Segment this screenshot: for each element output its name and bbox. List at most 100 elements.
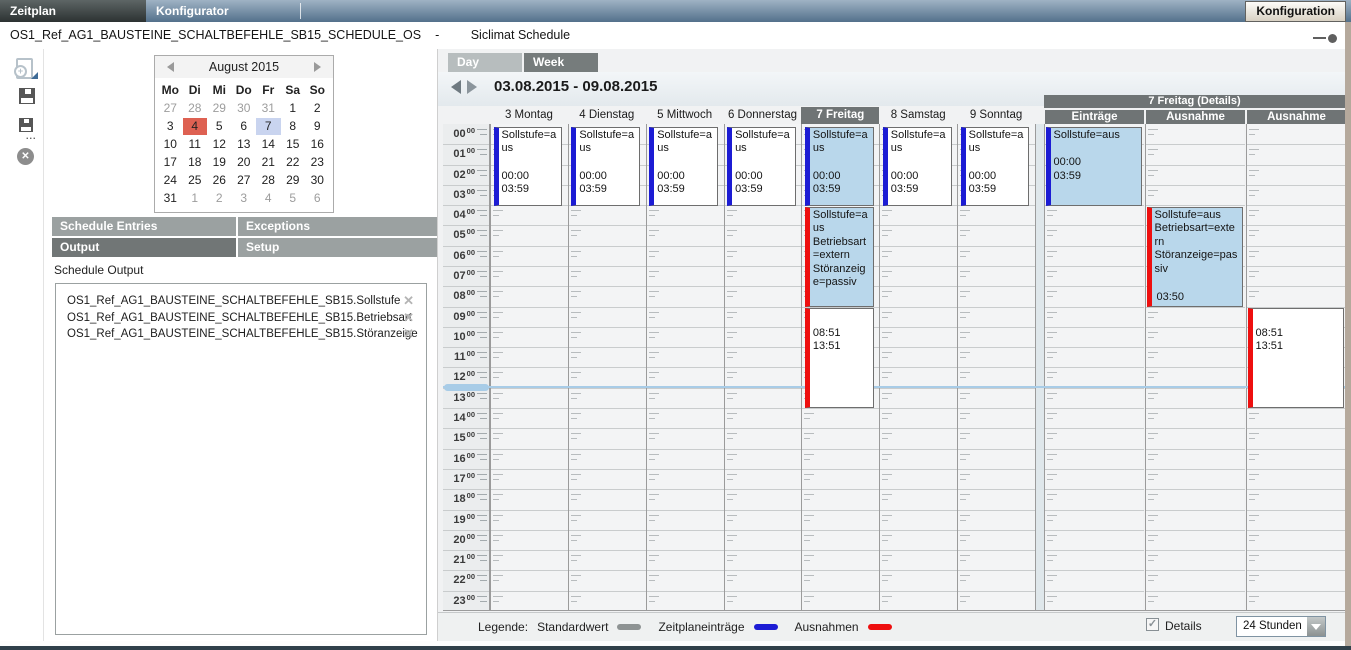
output-list-item[interactable]: OS1_Ref_AG1_BAUSTEINE_SCHALTBEFEHLE_SB15… — [56, 293, 426, 310]
day-header-7[interactable]: 9 Sonntag — [957, 107, 1035, 124]
halfhour-tick — [1249, 296, 1255, 297]
calendar-day[interactable]: 28 — [183, 100, 208, 117]
axis-tick — [480, 580, 487, 581]
new-schedule-icon[interactable]: + — [14, 58, 36, 80]
schedule-entry[interactable]: Sollstufe=aus00:0003:59 — [494, 127, 563, 207]
exception-entry[interactable]: Sollstufe=aus Betriebsart=extern Störanz… — [1147, 207, 1243, 307]
pin-icon[interactable] — [1313, 34, 1337, 43]
top-tab-zeitplan[interactable]: Zeitplan — [0, 0, 146, 22]
save-as-icon[interactable] — [19, 118, 33, 132]
calendar-day[interactable]: 1 — [281, 100, 306, 117]
calendar-day[interactable]: 23 — [305, 154, 330, 171]
schedule-entry[interactable]: Sollstufe=aus00:0003:59 — [883, 127, 952, 207]
schedule-entry[interactable]: Sollstufe=aus00:0003:59 — [961, 127, 1030, 207]
calendar-day[interactable]: 29 — [207, 100, 232, 117]
grid-hour-line — [569, 591, 647, 592]
tab-week[interactable]: Week — [524, 53, 598, 72]
schedule-entry[interactable]: Sollstufe=aus00:0003:59 — [571, 127, 640, 207]
schedule-entry[interactable]: Sollstufe=aus00:0003:59 — [727, 127, 796, 207]
calendar-header: August 2015 — [155, 56, 333, 78]
output-list-item[interactable]: OS1_Ref_AG1_BAUSTEINE_SCHALTBEFEHLE_SB15… — [56, 310, 426, 327]
calendar-day[interactable]: 30 — [232, 100, 257, 117]
calendar-day[interactable]: 5 — [281, 190, 306, 207]
day-header-3[interactable]: 5 Mittwoch — [646, 107, 724, 124]
day-header-2[interactable]: 4 Dienstag — [568, 107, 646, 124]
grid-hour-line — [1247, 165, 1346, 166]
exception-entry[interactable]: 08:5113:51 — [805, 308, 874, 408]
grid-hour-line — [1045, 510, 1144, 511]
calendar-day[interactable]: 24 — [158, 172, 183, 189]
prev-week-icon[interactable] — [451, 80, 461, 94]
calendar-day[interactable]: 1 — [183, 190, 208, 207]
schedule-entry[interactable]: Sollstufe=aus00:0003:59 — [1046, 127, 1142, 207]
calendar-day[interactable]: 6 — [232, 118, 257, 135]
calendar-day[interactable]: 27 — [232, 172, 257, 189]
calendar-day[interactable]: 16 — [305, 136, 330, 153]
left-tab-setup[interactable]: Setup — [238, 238, 437, 257]
calendar-day[interactable]: 2 — [305, 100, 330, 117]
calendar-day[interactable]: 18 — [183, 154, 208, 171]
delete-icon[interactable]: ✕ — [17, 148, 34, 165]
calendar-day[interactable]: 17 — [158, 154, 183, 171]
calendar-day[interactable]: 4 — [183, 118, 208, 135]
calendar-day[interactable]: 6 — [305, 190, 330, 207]
day-header-6[interactable]: 8 Samstag — [879, 107, 957, 124]
next-month-icon[interactable] — [314, 62, 321, 72]
left-tab-schedule-entries[interactable]: Schedule Entries — [52, 217, 236, 236]
grid-hour-line — [491, 469, 569, 470]
day-header-5[interactable]: 7 Freitag — [801, 107, 879, 124]
schedule-entry[interactable]: Sollstufe=aus00:0003:59 — [649, 127, 718, 207]
grid-hour-line — [725, 408, 803, 409]
calendar-day[interactable]: 20 — [232, 154, 257, 171]
konfiguration-button[interactable]: Konfiguration — [1245, 1, 1346, 22]
calendar-day[interactable]: 31 — [158, 190, 183, 207]
calendar-day[interactable]: 26 — [207, 172, 232, 189]
remove-output-icon[interactable]: ✕ — [403, 310, 414, 327]
time-range-dropdown[interactable]: 24 Stunden — [1236, 616, 1326, 637]
left-tab-exceptions[interactable]: Exceptions — [238, 217, 437, 236]
calendar-day[interactable]: 29 — [281, 172, 306, 189]
calendar-day[interactable]: 15 — [281, 136, 306, 153]
day-header-1[interactable]: 3 Montag — [490, 107, 568, 124]
schedule-output-list[interactable]: OS1_Ref_AG1_BAUSTEINE_SCHALTBEFEHLE_SB15… — [55, 283, 427, 635]
top-tab-konfigurator[interactable]: Konfigurator — [146, 0, 292, 22]
detail-column-2[interactable] — [1145, 124, 1244, 611]
calendar-day[interactable]: 3 — [158, 118, 183, 135]
left-tab-output[interactable]: Output — [52, 238, 236, 257]
save-icon[interactable] — [19, 88, 35, 104]
next-week-icon[interactable] — [467, 80, 477, 94]
axis-tick — [477, 291, 487, 292]
calendar-day[interactable]: 28 — [256, 172, 281, 189]
halfhour-tick — [1249, 555, 1259, 556]
exception-entry[interactable]: Sollstufe=aus Betriebsart=extern Störanz… — [805, 207, 874, 307]
details-checkbox[interactable]: ✓ — [1146, 618, 1159, 631]
dropdown-button[interactable] — [1307, 617, 1325, 636]
calendar-day[interactable]: 9 — [305, 118, 330, 135]
calendar-day[interactable]: 10 — [158, 136, 183, 153]
schedule-entry[interactable]: Sollstufe=aus00:0003:59 — [805, 127, 874, 207]
calendar-day[interactable]: 11 — [183, 136, 208, 153]
calendar-day[interactable]: 12 — [207, 136, 232, 153]
calendar-day[interactable]: 2 — [207, 190, 232, 207]
calendar-day[interactable]: 5 — [207, 118, 232, 135]
calendar-day[interactable]: 21 — [256, 154, 281, 171]
tab-day[interactable]: Day — [448, 53, 522, 72]
remove-output-icon[interactable]: ✕ — [403, 326, 414, 343]
calendar-day[interactable]: 25 — [183, 172, 208, 189]
exception-entry[interactable]: 08:5113:51 — [1248, 308, 1344, 408]
calendar-day[interactable]: 4 — [256, 190, 281, 207]
remove-output-icon[interactable]: ✕ — [403, 293, 414, 310]
axis-tick — [480, 154, 487, 155]
calendar-day[interactable]: 31 — [256, 100, 281, 117]
calendar-day[interactable]: 14 — [256, 136, 281, 153]
calendar-day[interactable]: 13 — [232, 136, 257, 153]
calendar-day[interactable]: 19 — [207, 154, 232, 171]
calendar-day[interactable]: 8 — [281, 118, 306, 135]
calendar-day[interactable]: 27 — [158, 100, 183, 117]
calendar-day[interactable]: 30 — [305, 172, 330, 189]
calendar-day[interactable]: 22 — [281, 154, 306, 171]
output-list-item[interactable]: OS1_Ref_AG1_BAUSTEINE_SCHALTBEFEHLE_SB15… — [56, 326, 426, 343]
calendar-day[interactable]: 7 — [256, 118, 281, 135]
day-header-4[interactable]: 6 Donnerstag — [724, 107, 802, 124]
calendar-day[interactable]: 3 — [232, 190, 257, 207]
